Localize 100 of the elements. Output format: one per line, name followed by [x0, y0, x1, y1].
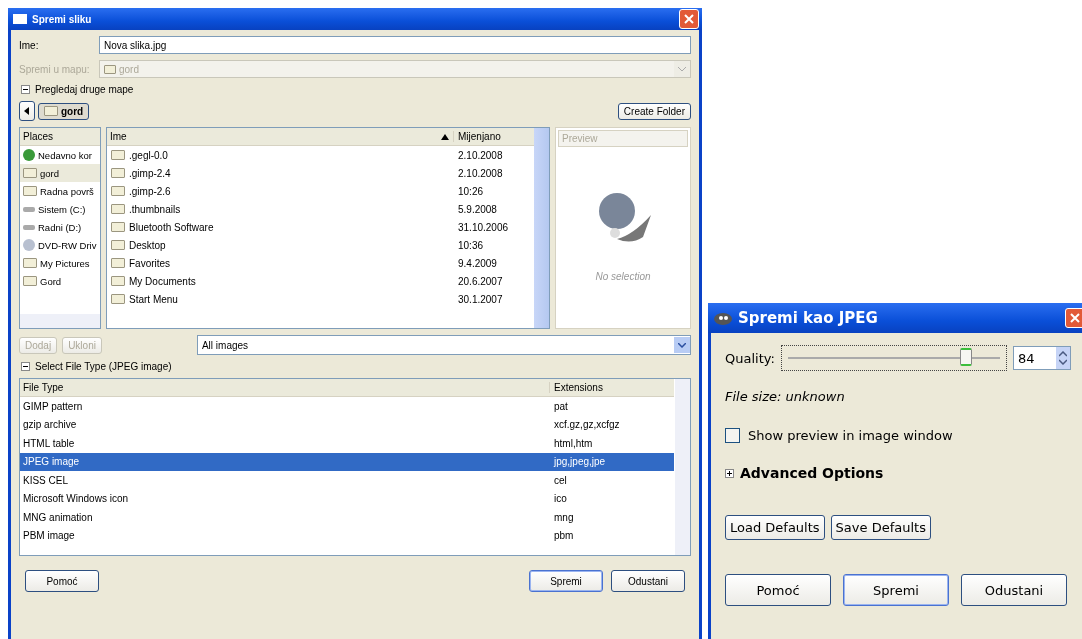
file-name[interactable]: .thumbnails: [129, 203, 454, 215]
drive-icon: [23, 206, 35, 212]
help-button[interactable]: Pomoć: [25, 570, 99, 592]
file-name[interactable]: Start Menu: [129, 293, 454, 305]
folder-icon: [23, 276, 37, 286]
preview-status: No selection: [595, 271, 651, 282]
place-item[interactable]: Nedavno kor: [20, 146, 100, 164]
cancel-button[interactable]: Odustani: [961, 574, 1067, 606]
folder-icon: [111, 240, 125, 250]
folder-icon: [23, 258, 37, 268]
file-name[interactable]: .gegl-0.0: [129, 149, 454, 161]
close-icon: [1069, 312, 1081, 324]
close-button[interactable]: [679, 9, 699, 29]
file-name[interactable]: Desktop: [129, 239, 454, 251]
modified-date: 30.1.2007: [458, 293, 504, 305]
file-type-row[interactable]: JPEG image jpg,jpeg,jpe: [20, 452, 674, 471]
file-name[interactable]: Favorites: [129, 257, 454, 269]
vertical-scrollbar[interactable]: [675, 379, 690, 555]
folder-icon: [111, 294, 125, 304]
slider-thumb[interactable]: [960, 348, 973, 366]
cancel-button[interactable]: Odustani: [611, 570, 685, 592]
save-button[interactable]: Spremi: [843, 574, 949, 606]
browse-label: Pregledaj druge mape: [35, 84, 134, 95]
left-arrow-icon: [24, 107, 30, 115]
preview-checkbox[interactable]: [725, 428, 740, 443]
place-item[interactable]: DVD-RW Driv: [20, 236, 100, 254]
modified-date: 2.10.2008: [458, 167, 504, 179]
name-field[interactable]: Nova slika.jpg: [99, 36, 691, 54]
file-type-row[interactable]: MNG animation mng: [20, 508, 674, 527]
folder-label: Spremi u mapu:: [19, 63, 91, 75]
close-button[interactable]: [1065, 308, 1082, 328]
file-type-row[interactable]: gzip archive xcf.gz,gz,xcfgz: [20, 415, 674, 434]
column-header[interactable]: Extensions: [549, 382, 674, 393]
folder-icon: [111, 258, 125, 268]
disc-icon: [23, 239, 35, 251]
modified-date: 10:26: [458, 185, 485, 197]
horizontal-scrollbar[interactable]: [20, 314, 100, 328]
advanced-options-label[interactable]: Advanced Options: [740, 465, 884, 481]
file-name[interactable]: .gimp-2.6: [129, 185, 454, 197]
folder-icon: [111, 276, 125, 286]
modified-date: 5.9.2008: [458, 203, 498, 215]
folder-icon: [111, 204, 125, 214]
file-type-row[interactable]: HTML table html,htm: [20, 434, 674, 453]
file-type-row[interactable]: PBM image pbm: [20, 526, 674, 545]
chevron-down-icon: [678, 66, 686, 72]
window-icon: [13, 14, 27, 24]
folder-icon: [23, 186, 37, 196]
spin-arrows-icon: [1059, 351, 1067, 365]
folder-icon: [44, 106, 58, 116]
preview-header: Preview: [558, 130, 688, 147]
modified-date: 10:36: [458, 239, 485, 251]
quality-slider[interactable]: [780, 345, 1007, 371]
mascot-icon: [713, 311, 733, 325]
column-header[interactable]: Mijenjano: [453, 131, 533, 142]
drive-icon: [23, 224, 35, 230]
name-label: Ime:: [19, 39, 40, 51]
save-defaults-button[interactable]: Save Defaults: [830, 515, 931, 540]
file-type-row[interactable]: KISS CEL cel: [20, 471, 674, 490]
place-item[interactable]: Radni (D:): [20, 218, 100, 236]
place-item[interactable]: gord: [20, 164, 100, 182]
place-item[interactable]: Radna površ: [20, 182, 100, 200]
save-button[interactable]: Spremi: [529, 570, 603, 592]
expand-icon[interactable]: [725, 468, 734, 478]
sort-arrow-icon: [441, 133, 449, 140]
modified-date: 2.10.2008: [458, 149, 504, 161]
file-type-label: Select File Type (JPEG image): [35, 361, 172, 372]
file-name[interactable]: .gimp-2.4: [129, 167, 454, 179]
file-type-row[interactable]: GIMP pattern pat: [20, 397, 674, 416]
close-icon: [683, 13, 695, 25]
quality-label: Quality:: [725, 350, 775, 366]
modified-date: 31.10.2006: [458, 221, 510, 233]
collapse-icon[interactable]: [21, 362, 30, 371]
modified-date: 9.4.2009: [458, 257, 498, 269]
load-defaults-button[interactable]: Load Defaults: [725, 515, 825, 540]
collapse-icon[interactable]: [21, 85, 30, 94]
create-folder-button[interactable]: Create Folder: [617, 102, 691, 120]
folder-icon: [23, 168, 37, 178]
file-name[interactable]: My Documents: [129, 275, 454, 287]
place-item[interactable]: My Pictures: [20, 254, 100, 272]
place-item[interactable]: Gord: [20, 272, 100, 290]
folder-icon: [111, 168, 125, 178]
quality-spinbox[interactable]: 84: [1013, 346, 1071, 370]
window-title: Spremi sliku: [32, 13, 93, 25]
vertical-scrollbar[interactable]: [534, 128, 549, 328]
modified-date: 20.6.2007: [458, 275, 504, 287]
path-button[interactable]: gord: [38, 102, 90, 120]
places-header[interactable]: Places: [20, 128, 100, 146]
folder-icon: [111, 222, 125, 232]
column-header[interactable]: File Type: [23, 382, 549, 393]
folder-icon: [111, 150, 125, 160]
help-button[interactable]: Pomoć: [725, 574, 831, 606]
window-title: Spremi kao JPEG: [738, 309, 879, 327]
filter-dropdown[interactable]: All images: [196, 335, 691, 355]
file-type-row[interactable]: Microsoft Windows icon ico: [20, 489, 674, 508]
column-header[interactable]: Ime: [110, 131, 441, 142]
file-name[interactable]: Bluetooth Software: [129, 221, 454, 233]
place-item[interactable]: Sistem (C:): [20, 200, 100, 218]
preview-checkbox-label: Show preview in image window: [748, 428, 953, 443]
folder-icon: [104, 64, 116, 74]
back-button[interactable]: [19, 101, 35, 121]
